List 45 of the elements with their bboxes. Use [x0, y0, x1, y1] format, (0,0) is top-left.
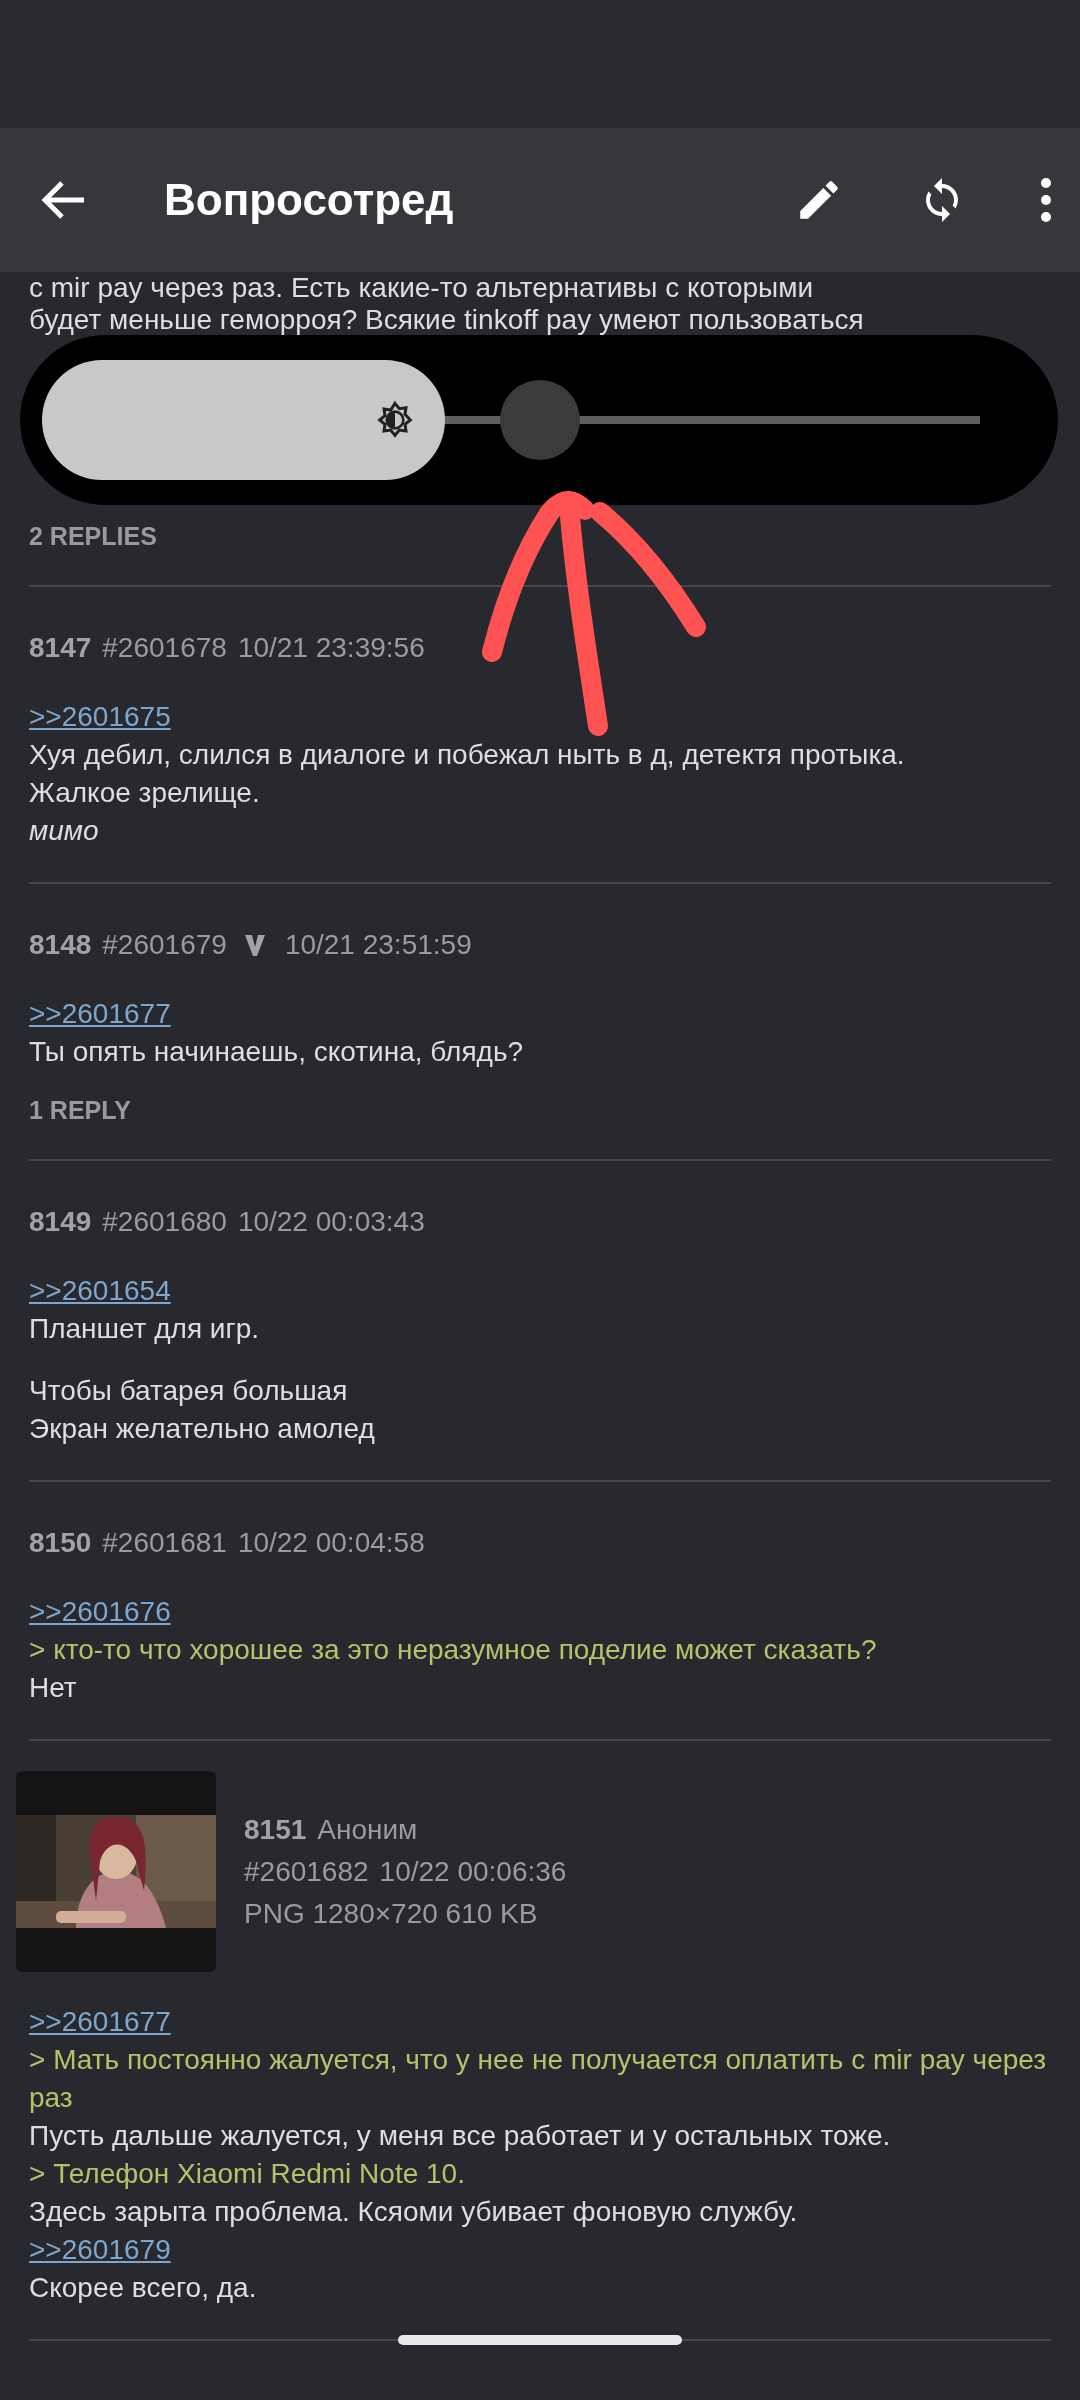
reply-link[interactable]: >>2601675 — [29, 701, 171, 732]
post-text: будет меньше геморроя? Всякие tinkoff pay умеют пользоваться — [29, 304, 864, 335]
post-date: 10/22 00:06:36 — [379, 1854, 567, 1889]
post-date: 10/22 00:03:43 — [237, 1205, 425, 1239]
post-text: Экран желательно амолед — [29, 1413, 375, 1444]
more-options-icon[interactable] — [1040, 177, 1052, 223]
post-text: Планшет для игр. — [29, 1313, 260, 1344]
file-info: PNG 1280×720 610 KB — [244, 1897, 538, 1929]
post-number: 8149 — [29, 1205, 92, 1239]
post-id: #2601681 — [102, 1526, 227, 1560]
post-text: Скорее всего, да. — [29, 2272, 257, 2303]
post-id: #2601682 — [244, 1854, 369, 1889]
author-name: Аноним — [317, 1812, 418, 1847]
quote-text: > кто-то что хорошее за это неразумное поделие может сказать? — [29, 1634, 877, 1665]
quote-text: > Мать постоянно жалуется, что у нее не получается оплатить с mir pay через раз — [29, 2044, 1047, 2113]
post-text: Хуя дебил, слился в диалоге и побежал ныть в д, детектя протыка. — [29, 739, 905, 770]
post-text: Здесь зарыта проблема. Ксяоми убивает фоновую службу. — [29, 2196, 798, 2227]
reply-link[interactable]: >>2601677 — [29, 2006, 171, 2037]
post-text: с mir pay через раз. Есть какие-то альтернативы с которыми — [29, 272, 814, 303]
replies-button[interactable]: 1 REPLY — [29, 1093, 131, 1127]
post-text: Чтобы батарея большая — [29, 1375, 348, 1406]
post-text: Жалкое зрелище. — [29, 777, 260, 808]
post-id: #2601680 — [102, 1205, 227, 1239]
reply-link[interactable]: >>2601676 — [29, 1596, 171, 1627]
post-date: 10/21 23:51:59 — [284, 928, 472, 962]
post-number: 8151 — [244, 1812, 307, 1847]
post-number: 8148 — [29, 928, 92, 962]
post-id: #2601678 — [102, 631, 227, 665]
post-text: Нет — [29, 1672, 77, 1703]
post-number: 8150 — [29, 1526, 92, 1560]
reply-link[interactable]: >>2601654 — [29, 1275, 171, 1306]
post-text: Пусть дальше жалуется, у меня все работает и у остальных тоже. — [29, 2120, 891, 2151]
screen-title: Вопросотред — [164, 174, 454, 226]
brightness-icon — [375, 400, 415, 440]
post-text: Ты опять начинаешь, скотина, блядь? — [29, 1036, 524, 1067]
post-date: 10/22 00:04:58 — [237, 1526, 425, 1560]
back-icon[interactable] — [40, 180, 86, 220]
post-date: 10/21 23:39:56 — [237, 631, 425, 665]
reply-link[interactable]: >>2601679 — [29, 2234, 171, 2265]
post-number: 8147 — [29, 631, 92, 665]
reply-link[interactable]: >>2601677 — [29, 998, 171, 1029]
quote-text: > Телефон Xiaomi Redmi Note 10. — [29, 2158, 465, 2189]
post-text: мимо — [29, 815, 99, 846]
replies-button[interactable]: 2 REPLIES — [29, 519, 157, 553]
post-id: #2601679 — [102, 928, 227, 962]
